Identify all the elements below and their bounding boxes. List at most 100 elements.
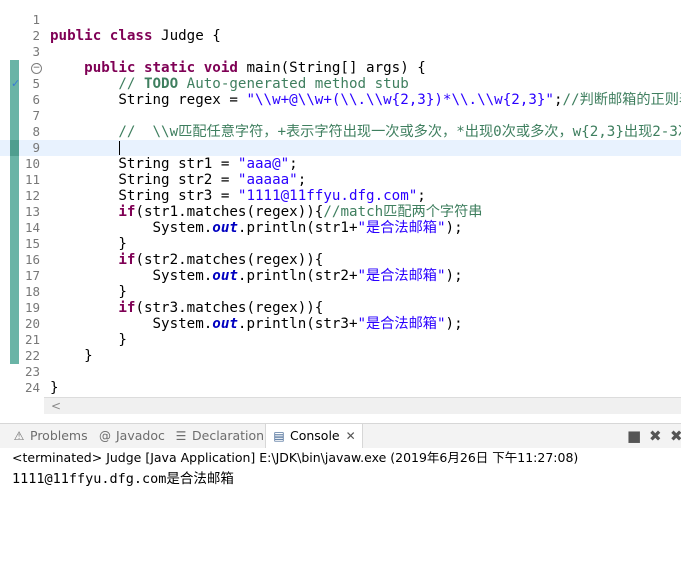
code-text[interactable]: public static void main(String[] args) { — [50, 60, 426, 76]
change-marker — [10, 348, 19, 364]
code-text[interactable]: System.out.println(str3+"是合法邮箱"); — [50, 316, 462, 332]
code-line-5[interactable]: 5 ✓ // TODO Auto-generated method stub — [0, 76, 681, 92]
terminate-icon[interactable]: ■ — [627, 427, 641, 445]
tab-label: Javadoc — [116, 428, 165, 443]
code-text[interactable]: // TODO Auto-generated method stub — [50, 76, 408, 92]
line-number: 22 — [24, 348, 40, 363]
scroll-left-arrow-icon[interactable]: < — [51, 398, 61, 414]
line-number: 20 — [24, 316, 40, 331]
line-number: 19 — [24, 300, 40, 315]
change-marker — [10, 140, 19, 156]
console-icon: ▤ — [273, 429, 285, 443]
code-line-9[interactable]: 9 — [0, 140, 681, 156]
code-line-19[interactable]: 19 if(str3.matches(regex)){ — [0, 300, 681, 316]
console-output[interactable]: 1111@11ffyu.dfg.com是合法邮箱 — [12, 470, 234, 488]
code-text[interactable]: } — [50, 236, 127, 252]
code-line-13[interactable]: 13 if(str1.matches(regex)){//match匹配两个字符… — [0, 204, 681, 220]
code-line-21[interactable]: 21 } — [0, 332, 681, 348]
code-text[interactable] — [50, 140, 121, 156]
tab-label: Problems — [30, 428, 88, 443]
tab-label: Declaration — [192, 428, 265, 443]
console-status-line: <terminated> Judge [Java Application] E:… — [0, 448, 681, 468]
problems-icon: ⚠ — [13, 429, 25, 443]
code-text[interactable]: String str1 = "aaa@"; — [50, 156, 297, 172]
code-text[interactable]: if(str3.matches(regex)){ — [50, 300, 323, 316]
change-marker — [10, 172, 19, 188]
change-marker — [10, 156, 19, 172]
code-text[interactable]: String regex = "\\w+@\\w+(\\.\\w{2,3})*\… — [50, 92, 681, 108]
line-number: 5 — [32, 76, 40, 91]
change-marker — [10, 108, 19, 124]
code-line-12[interactable]: 12 String str3 = "1111@11ffyu.dfg.com"; — [0, 188, 681, 204]
change-marker — [10, 284, 19, 300]
line-number: 21 — [24, 332, 40, 347]
line-number: 8 — [32, 124, 40, 139]
declaration-icon: ☰ — [175, 429, 187, 443]
change-marker — [10, 268, 19, 284]
code-text[interactable]: if(str1.matches(regex)){//match匹配两个字符串 — [50, 204, 482, 220]
code-text[interactable]: // \\w匹配任意字符，+表示字符出现一次或多次，*出现0次或多次，w{2,3… — [50, 124, 681, 140]
code-line-7[interactable]: 7 — [0, 108, 681, 124]
code-text[interactable]: public class Judge { — [50, 28, 221, 44]
code-line-20[interactable]: 20 System.out.println(str3+"是合法邮箱"); — [0, 316, 681, 332]
line-number: 1 — [32, 12, 40, 27]
scrollbar-thumb[interactable] — [74, 403, 674, 409]
line-number: 17 — [24, 268, 40, 283]
line-number: 2 — [32, 28, 40, 43]
line-number: 13 — [24, 204, 40, 219]
line-number: 24 — [24, 380, 40, 395]
tab-console[interactable]: ▤ Console ✕ — [265, 424, 363, 448]
change-marker — [10, 204, 19, 220]
change-marker — [10, 124, 19, 140]
line-number: 23 — [24, 364, 40, 379]
code-line-6[interactable]: 6 String regex = "\\w+@\\w+(\\.\\w{2,3})… — [0, 92, 681, 108]
code-line-3[interactable]: 3 — [0, 44, 681, 60]
horizontal-scrollbar[interactable]: < — [44, 397, 681, 414]
code-line-18[interactable]: 18 } — [0, 284, 681, 300]
change-marker — [10, 300, 19, 316]
code-line-16[interactable]: 16 if(str2.matches(regex)){ — [0, 252, 681, 268]
line-number: 15 — [24, 236, 40, 251]
code-text[interactable]: } — [50, 380, 59, 396]
code-text[interactable]: String str2 = "aaaaa"; — [50, 172, 306, 188]
line-number: 9 — [32, 140, 40, 155]
code-text[interactable]: if(str2.matches(regex)){ — [50, 252, 323, 268]
tab-declaration[interactable]: ☰ Declaration — [174, 424, 264, 448]
code-text[interactable]: System.out.println(str2+"是合法邮箱"); — [50, 268, 462, 284]
code-line-10[interactable]: 10 String str1 = "aaa@"; — [0, 156, 681, 172]
code-line-1[interactable]: 1 — [0, 12, 681, 28]
change-marker — [10, 188, 19, 204]
code-line-24[interactable]: 24} — [0, 380, 681, 396]
code-text[interactable]: System.out.println(str1+"是合法邮箱"); — [50, 220, 462, 236]
javadoc-icon: @ — [99, 429, 111, 443]
fold-toggle-icon[interactable]: − — [31, 63, 42, 74]
remove-all-terminated-icon[interactable]: ✖ — [670, 427, 681, 445]
tab-problems[interactable]: ⚠ Problems — [12, 424, 88, 448]
code-editor[interactable]: 12 public class Judge {34− public static … — [0, 0, 681, 398]
code-line-17[interactable]: 17 System.out.println(str2+"是合法邮箱"); — [0, 268, 681, 284]
code-text[interactable]: } — [50, 348, 93, 364]
line-number: 16 — [24, 252, 40, 267]
line-number: 25 — [20, 396, 40, 398]
code-text[interactable]: String str3 = "1111@11ffyu.dfg.com"; — [50, 188, 426, 204]
remove-launch-icon[interactable]: ✖ — [649, 427, 662, 445]
bottom-panel-tabs: ⚠ Problems @ Javadoc ☰ Declaration ▤ Console… — [0, 423, 681, 448]
code-text[interactable]: } — [50, 332, 127, 348]
code-line-2[interactable]: 2 public class Judge { — [0, 28, 681, 44]
change-marker — [10, 252, 19, 268]
code-line-15[interactable]: 15 } — [0, 236, 681, 252]
line-number: 11 — [24, 172, 40, 187]
task-marker-icon[interactable]: ✓ — [11, 78, 20, 90]
code-line-23[interactable]: 23 — [0, 364, 681, 380]
code-line-14[interactable]: 14 System.out.println(str1+"是合法邮箱"); — [0, 220, 681, 236]
line-number: 6 — [32, 92, 40, 107]
code-text[interactable]: } — [50, 284, 127, 300]
close-icon[interactable]: ✕ — [346, 429, 356, 443]
line-number: 10 — [24, 156, 40, 171]
line-number: 14 — [24, 220, 40, 235]
code-line-8[interactable]: 8 // \\w匹配任意字符，+表示字符出现一次或多次，*出现0次或多次，w{2… — [0, 124, 681, 140]
code-line-22[interactable]: 22 } — [0, 348, 681, 364]
tab-javadoc[interactable]: @ Javadoc — [98, 424, 165, 448]
code-line-11[interactable]: 11 String str2 = "aaaaa"; — [0, 172, 681, 188]
code-line-4[interactable]: 4− public static void main(String[] args… — [0, 60, 681, 76]
